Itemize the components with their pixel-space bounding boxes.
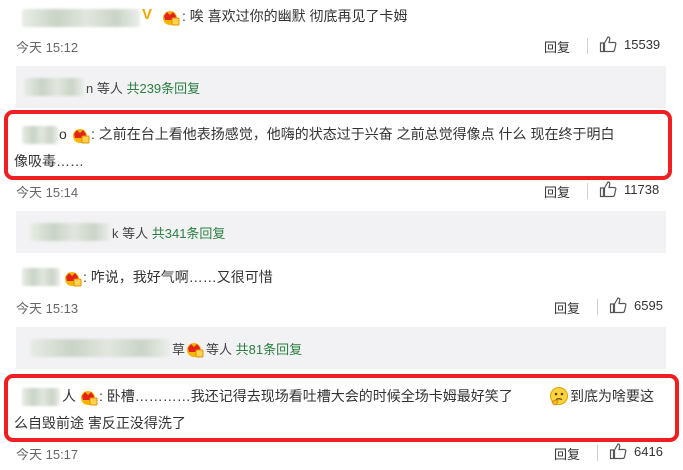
like-count: 6595 — [634, 298, 663, 313]
crown-badge-icon — [65, 272, 82, 287]
username-blurred — [30, 339, 170, 357]
comment-time: 今天 15:12 — [16, 40, 79, 55]
reply-suffix: 等人 — [118, 226, 152, 241]
reply-button[interactable]: 回复 — [554, 444, 580, 463]
like-count: 15539 — [624, 37, 661, 52]
comment-text: : 唉 喜欢过你的幽默 彻底再见了卡姆 — [182, 8, 408, 24]
reply-suffix: 等人 — [206, 342, 236, 357]
replies-panel-3[interactable]: 草 等人 共81条回复 — [16, 327, 666, 369]
comment-text: : 咋说，我好气啊……又很可惜 — [83, 269, 273, 285]
replies-panel-1[interactable]: n 等人 共239条回复 — [16, 66, 666, 108]
highlight-box — [4, 110, 672, 180]
comment-time: 今天 15:13 — [16, 301, 79, 316]
reply-button[interactable]: 回复 — [544, 37, 570, 56]
crown-badge-icon — [187, 343, 204, 358]
crown-badge-icon — [163, 11, 180, 26]
thumbs-up-icon[interactable] — [599, 35, 617, 53]
replies-panel-2[interactable]: k 等人 共341条回复 — [16, 211, 666, 253]
comment-time: 今天 15:14 — [16, 185, 79, 200]
divider — [587, 38, 588, 54]
reply-count-link[interactable]: 共81条回复 — [236, 342, 302, 357]
thumbs-up-icon[interactable] — [609, 296, 627, 314]
divider — [587, 183, 588, 199]
reply-button[interactable]: 回复 — [554, 298, 580, 317]
username-blurred[interactable] — [22, 9, 140, 27]
username-blurred — [24, 78, 84, 96]
reply-count-link[interactable]: 共239条回复 — [126, 81, 200, 96]
verified-v-icon: V — [142, 6, 153, 23]
username-blurred[interactable] — [22, 268, 60, 286]
thumbs-up-icon[interactable] — [609, 442, 627, 460]
username-blurred — [30, 223, 110, 241]
divider — [597, 445, 598, 461]
reply-suffix: 等人 — [93, 81, 127, 96]
reply-count-link[interactable]: 共341条回复 — [152, 226, 226, 241]
reply-button[interactable]: 回复 — [544, 182, 570, 201]
comment-time: 今天 15:17 — [16, 447, 79, 462]
thumbs-up-icon[interactable] — [599, 180, 617, 198]
like-count: 6416 — [634, 444, 663, 459]
highlight-box — [4, 374, 679, 442]
like-count: 11738 — [624, 182, 660, 197]
divider — [597, 299, 598, 315]
